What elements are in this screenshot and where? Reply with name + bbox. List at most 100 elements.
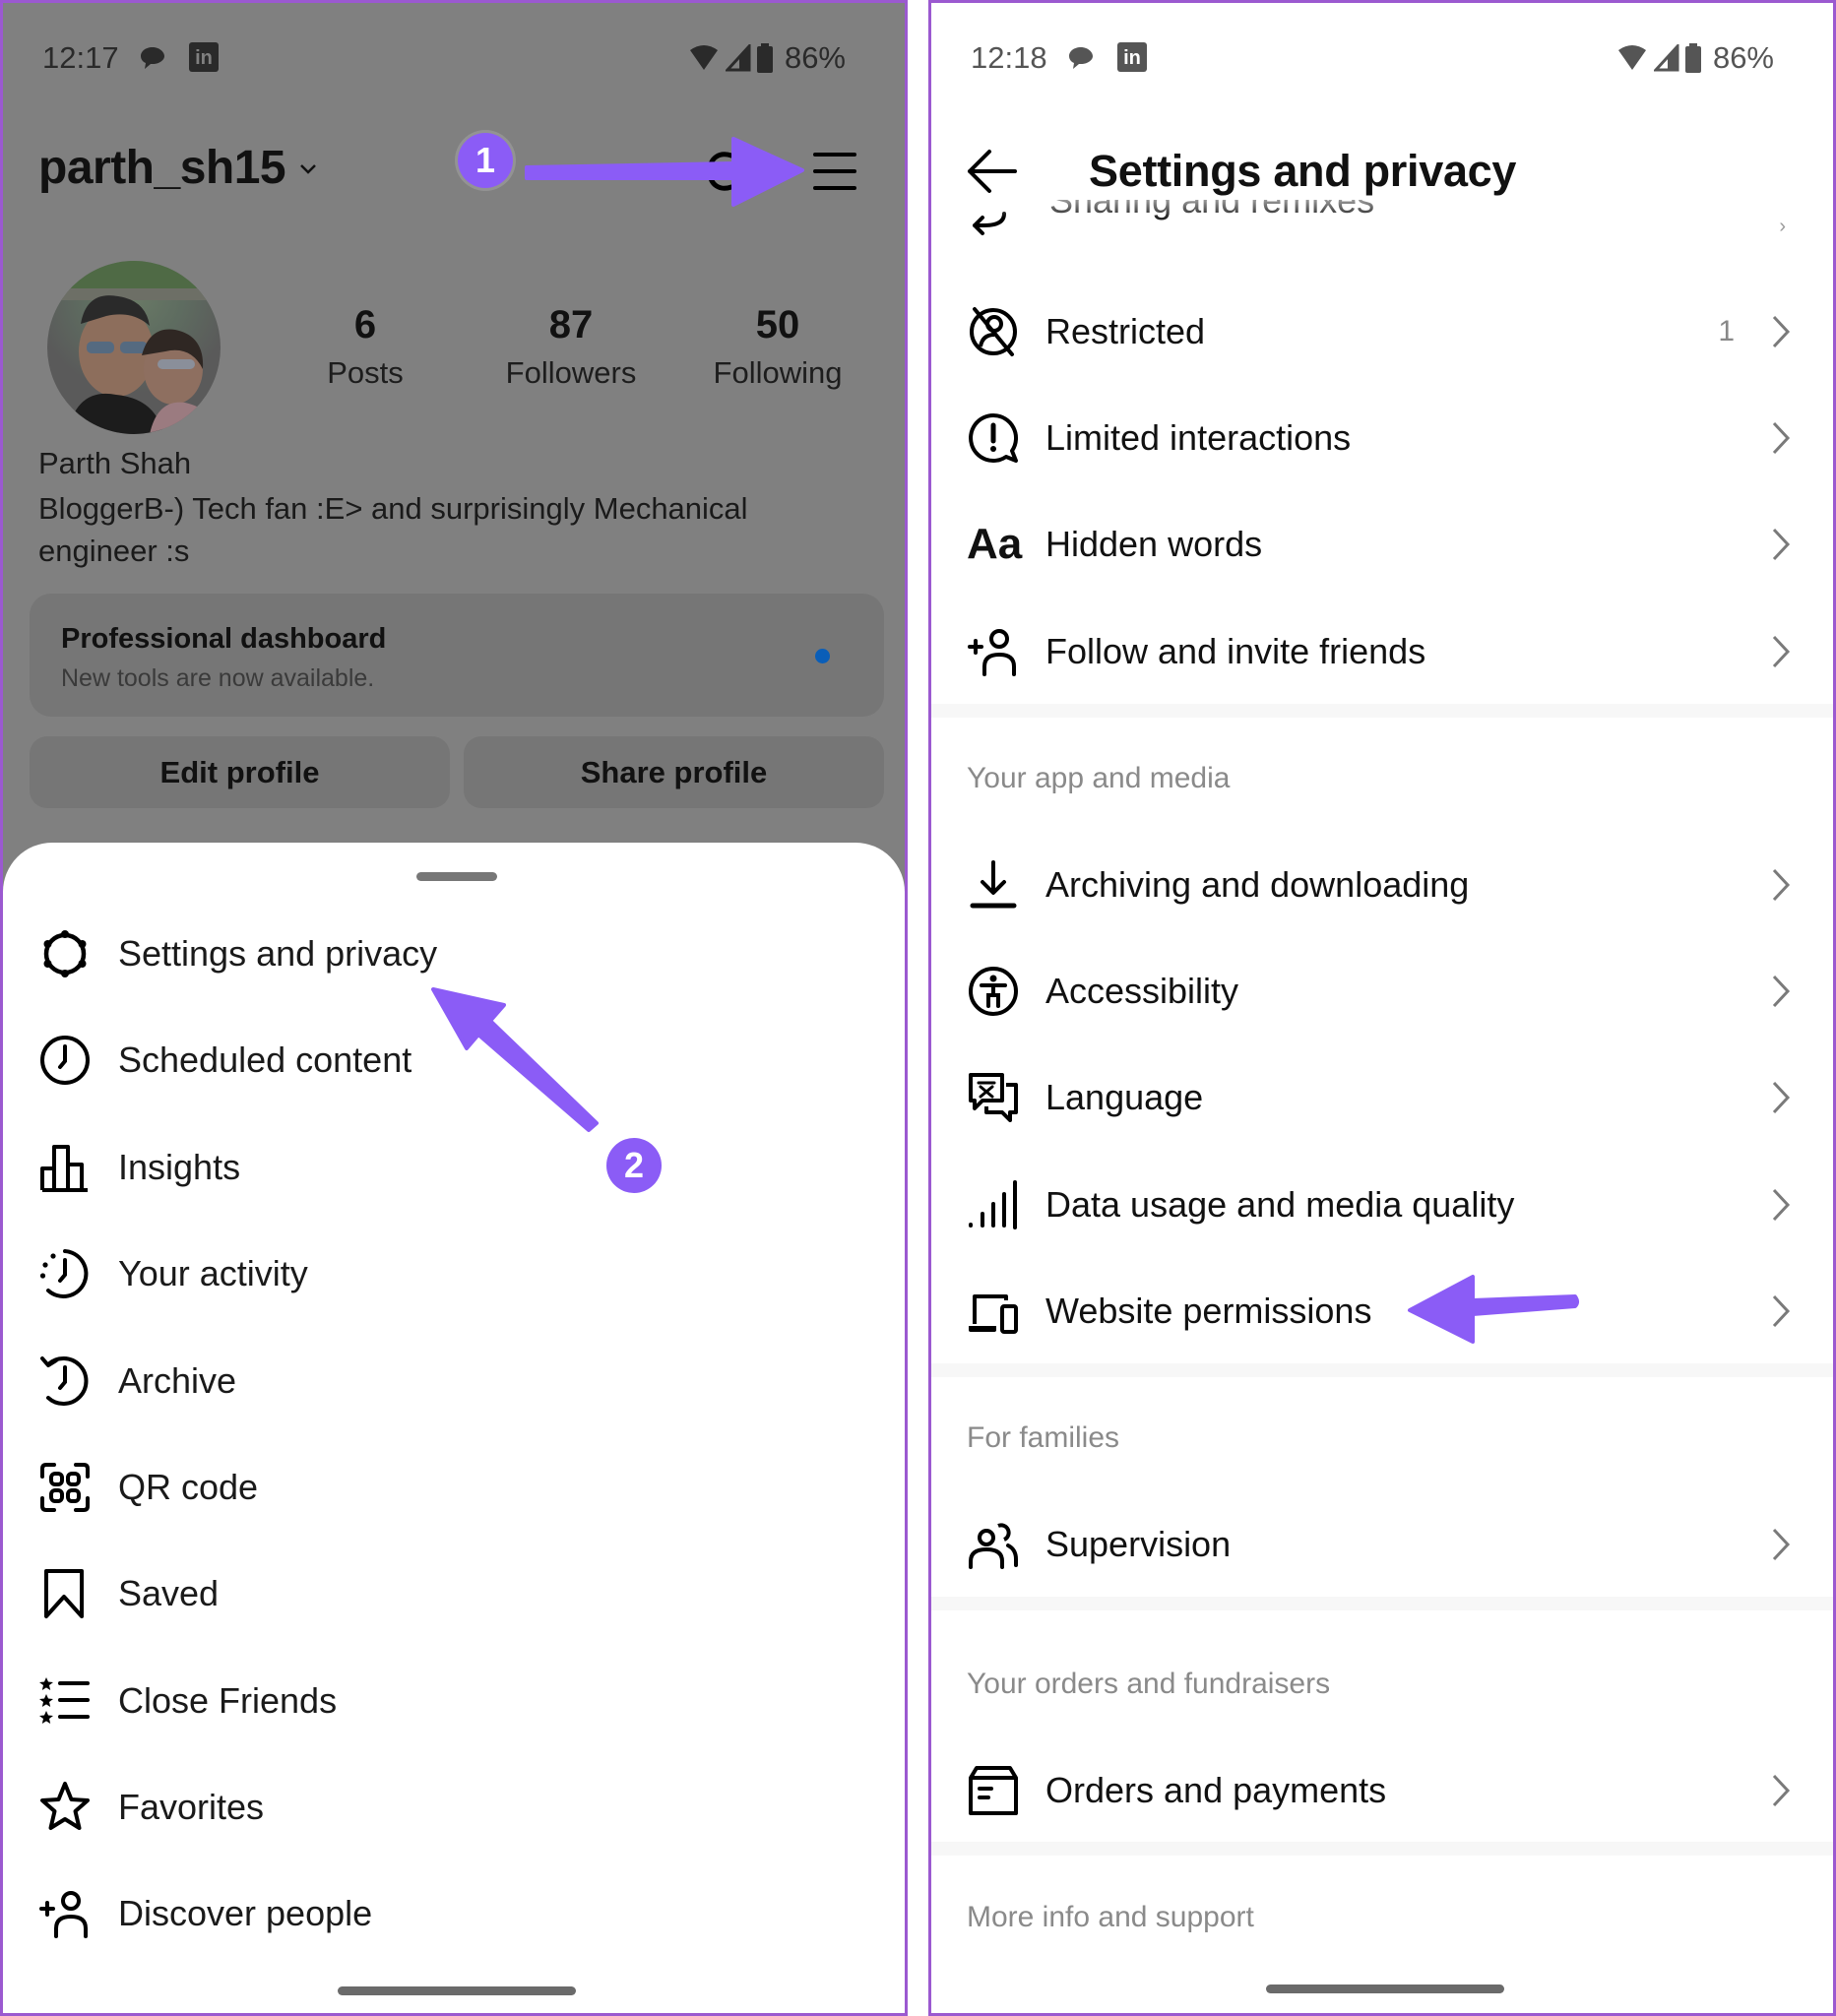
settings-item-orders-payments[interactable]: Orders and payments: [931, 1741, 1833, 1840]
chevron-right-icon: [1772, 528, 1791, 561]
profile-bio: BloggerB-) Tech fan :E> and surprisingly…: [38, 491, 748, 568]
menu-item-discover-people[interactable]: Discover people: [3, 1864, 905, 1963]
settings-item-sharing-partial[interactable]: Sharing and remixes ›: [931, 200, 1833, 241]
settings-item-hidden-words[interactable]: Aa Hidden words: [931, 495, 1833, 594]
restricted-count-badge: 1: [1718, 315, 1735, 347]
supervision-icon: [969, 1523, 1018, 1569]
chevron-down-icon: [300, 163, 316, 174]
edit-profile-button[interactable]: Edit profile: [30, 736, 450, 808]
professional-dashboard-card[interactable]: Professional dashboard New tools are now…: [30, 594, 884, 717]
settings-item-restricted[interactable]: Restricted 1: [931, 283, 1833, 381]
add-person-icon: [968, 629, 1016, 676]
menu-item-close-friends[interactable]: Close Friends: [3, 1652, 905, 1750]
settings-item-label: Sharing and remixes: [1049, 200, 1375, 220]
chat-bubble-icon: [141, 47, 164, 69]
clock-icon: [40, 1036, 90, 1085]
chevron-right-icon: [1772, 868, 1791, 902]
avatar-photo: [47, 261, 221, 434]
settings-item-follow-and-invite[interactable]: Follow and invite friends: [931, 602, 1833, 701]
battery-icon: [1684, 43, 1701, 73]
chevron-right-icon: [1772, 1188, 1791, 1222]
following-count: 50: [755, 303, 800, 346]
signal-icon: [725, 44, 751, 72]
menu-item-qr-code[interactable]: QR code: [3, 1438, 905, 1537]
qr-code-icon: [40, 1463, 90, 1512]
notification-dot: [815, 649, 830, 663]
stat-followers[interactable]: 87 Followers: [473, 303, 669, 391]
followers-label: Followers: [505, 355, 637, 390]
section-header-app-media: Your app and media: [967, 762, 1231, 794]
settings-item-archiving[interactable]: Archiving and downloading: [931, 836, 1833, 934]
menu-item-label: Scheduled content: [118, 1040, 412, 1080]
page-title: Settings and privacy: [1089, 146, 1517, 196]
menu-item-settings-and-privacy[interactable]: Settings and privacy: [3, 905, 905, 1003]
bar-chart-icon: [40, 1145, 88, 1192]
battery-percent: 86%: [784, 40, 846, 75]
chevron-right-icon: [1772, 975, 1791, 1008]
home-indicator[interactable]: [1266, 1984, 1504, 1993]
stat-posts[interactable]: 6 Posts: [267, 303, 464, 391]
account-switcher[interactable]: parth_sh15: [38, 141, 319, 195]
menu-item-favorites[interactable]: Favorites: [3, 1758, 905, 1857]
menu-item-label: Close Friends: [118, 1680, 338, 1721]
profile-avatar[interactable]: [47, 261, 221, 434]
chevron-right-icon: [1772, 1294, 1791, 1328]
step-badge-1: 1: [458, 133, 513, 188]
menu-item-archive[interactable]: Archive: [3, 1332, 905, 1430]
settings-item-data-usage[interactable]: Data usage and media quality: [931, 1156, 1833, 1254]
menu-item-label: Settings and privacy: [118, 933, 438, 974]
pro-dashboard-subtitle: New tools are now available.: [61, 664, 375, 692]
section-divider: [931, 1597, 1833, 1610]
settings-item-label: Hidden words: [1045, 524, 1263, 564]
back-arrow-button[interactable]: [966, 149, 1017, 194]
sheet-drag-handle[interactable]: [416, 872, 497, 881]
menu-item-scheduled-content[interactable]: Scheduled content: [3, 1011, 905, 1109]
limited-interactions-icon: [969, 412, 1018, 463]
stat-following[interactable]: 50 Following: [679, 303, 876, 391]
section-header-families: For families: [967, 1421, 1120, 1454]
menu-item-label: Insights: [118, 1147, 241, 1187]
section-divider: [931, 1363, 1833, 1377]
orders-icon: [969, 1766, 1018, 1815]
battery-icon: [756, 43, 773, 73]
share-profile-button[interactable]: Share profile: [464, 736, 884, 808]
home-indicator[interactable]: [338, 1986, 576, 1995]
star-icon: [40, 1782, 90, 1830]
chevron-right-icon: [1772, 1774, 1791, 1807]
menu-item-label: QR code: [118, 1467, 259, 1507]
threads-icon[interactable]: [702, 148, 745, 195]
battery-percent: 86%: [1712, 40, 1774, 75]
posts-count: 6: [353, 303, 377, 346]
menu-bottom-sheet: Settings and privacy Scheduled content I…: [3, 843, 905, 2013]
settings-item-label: Orders and payments: [1045, 1770, 1387, 1810]
signal-bars-icon: [969, 1180, 1017, 1229]
username: parth_sh15: [38, 142, 286, 194]
chevron-right-icon: [1772, 1528, 1791, 1561]
download-icon: [970, 860, 1017, 909]
settings-item-label: Language: [1045, 1077, 1204, 1117]
section-divider: [931, 704, 1833, 718]
settings-item-accessibility[interactable]: Accessibility: [931, 942, 1833, 1040]
menu-item-label: Your activity: [118, 1253, 308, 1293]
restricted-icon: [970, 307, 1017, 356]
chevron-right-icon: [1772, 1081, 1791, 1114]
accessibility-icon: [969, 967, 1018, 1016]
chevron-right-icon: [1772, 635, 1791, 668]
activity-icon: [39, 1249, 89, 1298]
step-badge-2: 2: [606, 1138, 662, 1193]
section-header-more-info: More info and support: [967, 1901, 1254, 1933]
settings-item-website-permissions[interactable]: Website permissions: [931, 1262, 1833, 1360]
settings-item-language[interactable]: Language: [931, 1048, 1833, 1147]
hamburger-menu-button[interactable]: [811, 149, 860, 194]
section-divider: [931, 1842, 1833, 1856]
settings-item-label: Limited interactions: [1045, 417, 1352, 458]
menu-item-insights[interactable]: Insights: [3, 1118, 905, 1217]
menu-item-your-activity[interactable]: Your activity: [3, 1225, 905, 1323]
left-screen-profile: 12:17 in 86% parth_sh15 6 Posts 87 Follo…: [0, 0, 908, 2016]
settings-item-label: Follow and invite friends: [1045, 631, 1426, 671]
settings-item-limited-interactions[interactable]: Limited interactions: [931, 389, 1833, 487]
following-label: Following: [713, 355, 843, 390]
menu-item-saved[interactable]: Saved: [3, 1544, 905, 1643]
followers-count: 87: [548, 303, 594, 346]
settings-item-supervision[interactable]: Supervision: [931, 1495, 1833, 1594]
